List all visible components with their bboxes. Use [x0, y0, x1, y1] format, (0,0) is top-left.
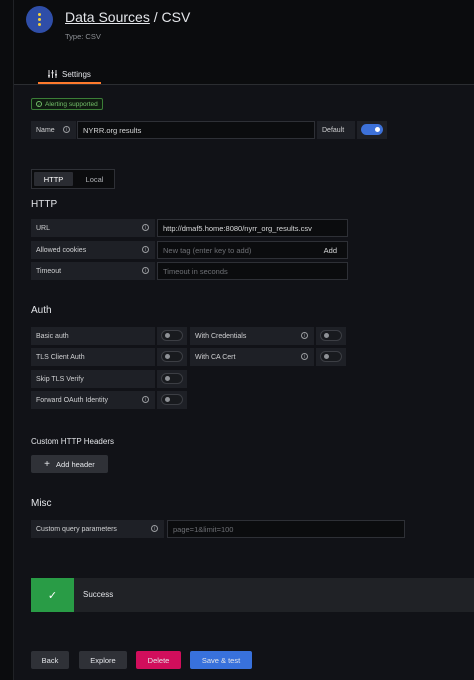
- misc-section-title: Misc: [31, 498, 52, 509]
- forward-oauth-toggle[interactable]: [161, 394, 183, 405]
- basic-auth-toggle[interactable]: [161, 330, 183, 341]
- forward-oauth-toggle-wrap: [157, 391, 187, 409]
- explore-button[interactable]: Explore: [79, 651, 127, 669]
- skip-tls-verify-label: Skip TLS Verify: [31, 370, 155, 388]
- info-icon[interactable]: i: [142, 246, 149, 253]
- query-params-input[interactable]: page=1&limit=100: [167, 520, 405, 538]
- default-label: Default: [317, 121, 355, 139]
- plus-icon: +: [44, 458, 51, 470]
- query-params-label: Custom query parameters i: [31, 520, 164, 538]
- delete-button[interactable]: Delete: [136, 651, 181, 669]
- auth-section-title: Auth: [31, 305, 52, 316]
- forward-oauth-label-text: Forward OAuth Identity: [36, 396, 108, 404]
- check-circle-icon: ✓: [36, 101, 42, 107]
- tab-settings-label: Settings: [62, 69, 91, 79]
- alerting-badge-label: Alerting supported: [45, 100, 98, 108]
- back-button[interactable]: Back: [31, 651, 69, 669]
- allowed-cookies-label-text: Allowed cookies: [36, 246, 87, 254]
- tls-client-auth-toggle[interactable]: [161, 351, 183, 362]
- info-icon[interactable]: i: [63, 126, 70, 133]
- tab-local[interactable]: Local: [75, 170, 114, 188]
- allowed-cookies-input[interactable]: New tag (enter key to add) Add: [157, 241, 348, 259]
- with-credentials-toggle[interactable]: [320, 330, 342, 341]
- default-toggle-wrap: [357, 121, 387, 139]
- tls-client-auth-label: TLS Client Auth: [31, 348, 155, 366]
- add-header-label: Add header: [56, 459, 95, 469]
- mode-segmented-control: HTTP Local: [31, 169, 115, 189]
- url-label: URL i: [31, 219, 155, 237]
- query-params-label-text: Custom query parameters: [36, 525, 117, 533]
- name-label-text: Name: [36, 126, 55, 134]
- with-credentials-label-text: With Credentials: [195, 332, 247, 340]
- skip-tls-verify-toggle[interactable]: [161, 373, 183, 384]
- forward-oauth-label: Forward OAuth Identity i: [31, 391, 155, 409]
- page-title: Data Sources / CSV: [65, 9, 190, 25]
- add-header-button[interactable]: + Add header: [31, 455, 108, 473]
- datasource-type: Type: CSV: [65, 32, 101, 41]
- basic-auth-toggle-wrap: [157, 327, 187, 345]
- alerting-supported-badge: ✓ Alerting supported: [31, 98, 103, 110]
- tab-http[interactable]: HTTP: [34, 172, 73, 186]
- page-header: Data Sources / CSV Type: CSV Settings: [14, 0, 474, 84]
- allowed-cookies-placeholder: New tag (enter key to add): [163, 245, 252, 255]
- test-result-alert: ✓ Success: [31, 578, 474, 612]
- with-ca-cert-toggle-wrap: [316, 348, 346, 366]
- timeout-input[interactable]: Timeout in seconds: [157, 262, 348, 280]
- http-section-title: HTTP: [31, 199, 58, 210]
- add-cookie-button[interactable]: Add: [324, 246, 337, 255]
- info-icon[interactable]: i: [142, 267, 149, 274]
- custom-headers-title: Custom HTTP Headers: [31, 437, 114, 446]
- with-credentials-toggle-wrap: [316, 327, 346, 345]
- info-icon[interactable]: i: [142, 396, 149, 403]
- with-ca-cert-label-text: With CA Cert: [195, 353, 236, 361]
- with-credentials-label: With Credentials i: [190, 327, 314, 345]
- save-test-button[interactable]: Save & test: [190, 651, 252, 669]
- with-ca-cert-label: With CA Cert i: [190, 348, 314, 366]
- csv-datasource-logo: [26, 6, 53, 33]
- skip-tls-verify-toggle-wrap: [157, 370, 187, 388]
- tab-settings[interactable]: Settings: [38, 66, 101, 84]
- with-ca-cert-toggle[interactable]: [320, 351, 342, 362]
- url-input[interactable]: http://dmaf5.home:8080/nyrr_org_results.…: [157, 219, 348, 237]
- timeout-label: Timeout i: [31, 262, 155, 280]
- info-icon[interactable]: i: [151, 525, 158, 532]
- allowed-cookies-label: Allowed cookies i: [31, 241, 155, 259]
- left-edge-bar: [0, 0, 14, 680]
- header-divider: [14, 84, 474, 85]
- default-toggle[interactable]: [361, 124, 383, 135]
- test-result-text: Success: [83, 590, 114, 599]
- name-label: Name i: [31, 121, 76, 139]
- info-icon[interactable]: i: [301, 332, 308, 339]
- timeout-label-text: Timeout: [36, 267, 62, 275]
- url-label-text: URL: [36, 224, 51, 232]
- title-suffix: / CSV: [149, 9, 191, 25]
- data-sources-link[interactable]: Data Sources: [65, 9, 150, 25]
- info-icon[interactable]: i: [142, 224, 149, 231]
- sliders-icon: [48, 70, 57, 78]
- name-input[interactable]: NYRR.org results: [77, 121, 315, 139]
- basic-auth-label: Basic auth: [31, 327, 155, 345]
- tls-client-auth-toggle-wrap: [157, 348, 187, 366]
- info-icon[interactable]: i: [301, 353, 308, 360]
- check-icon: ✓: [31, 578, 74, 612]
